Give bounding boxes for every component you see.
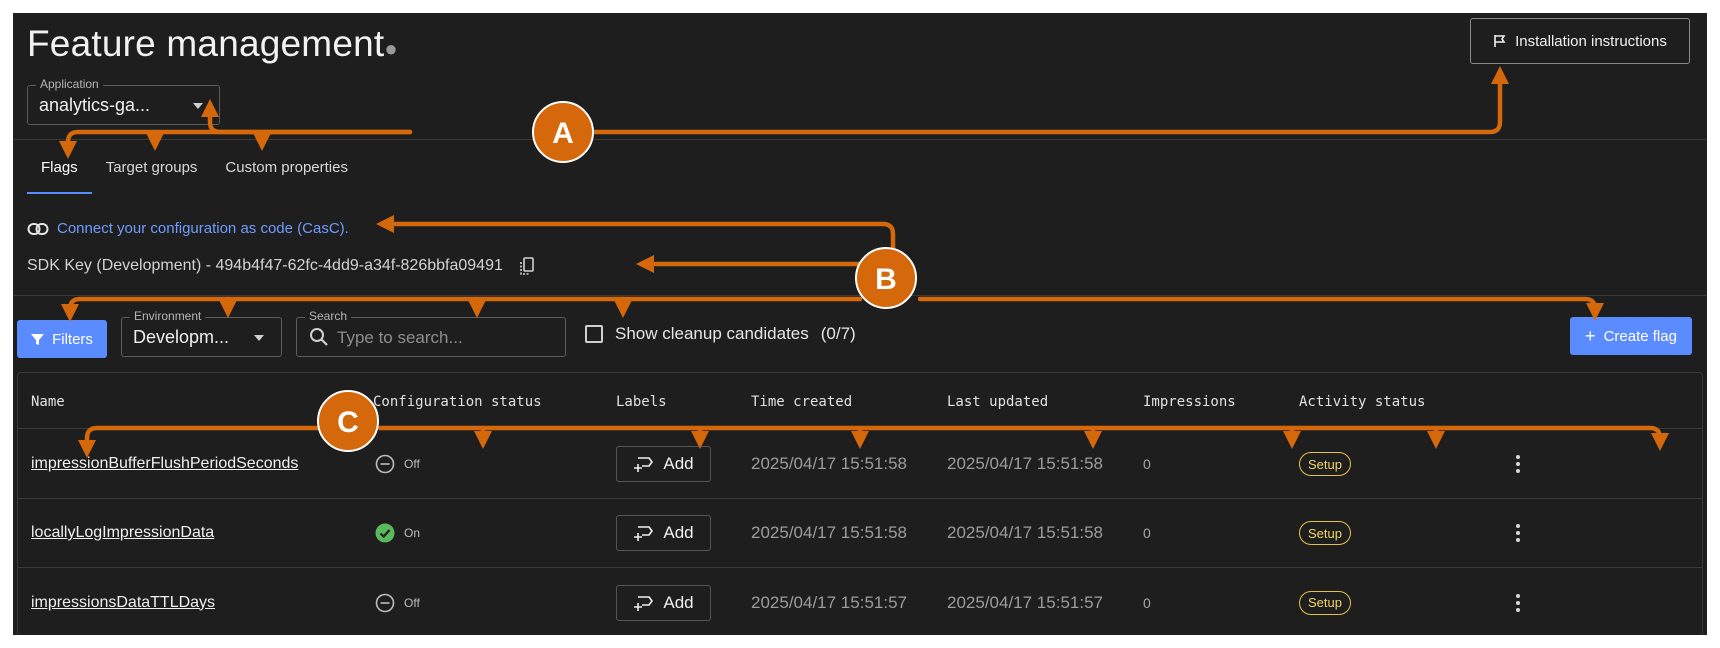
environment-select[interactable]: Environment Developm... xyxy=(121,309,282,357)
sdk-key-text: SDK Key (Development) - 494b4f47-62fc-4d… xyxy=(27,257,503,274)
cleanup-count: (0/7) xyxy=(820,324,856,343)
column-header-impressions[interactable]: Impressions xyxy=(1143,394,1236,410)
last-updated: 2025/04/17 15:51:58 xyxy=(947,454,1103,473)
add-label-button[interactable]: Add xyxy=(616,515,711,551)
more-options-icon[interactable] xyxy=(1516,455,1520,473)
column-header-name[interactable]: Name xyxy=(31,394,65,410)
search-field: Search xyxy=(296,309,566,357)
activity-status-badge: Setup xyxy=(1299,521,1351,545)
flag-icon xyxy=(1494,35,1506,47)
add-label-text: Add xyxy=(663,523,694,542)
off-status-icon xyxy=(375,454,395,474)
casc-link[interactable]: Connect your configuration as code (CasC… xyxy=(27,220,349,237)
column-header-configuration-status[interactable]: Configuration status xyxy=(373,394,542,410)
title-dot-icon: ● xyxy=(384,36,398,61)
table-row: impressionBufferFlushPeriodSeconds Off A… xyxy=(18,430,1702,499)
activity-status-badge: Setup xyxy=(1299,452,1351,476)
more-options-icon[interactable] xyxy=(1516,593,1520,612)
last-updated: 2025/04/17 15:51:58 xyxy=(947,523,1103,542)
search-icon xyxy=(310,328,328,346)
header-divider xyxy=(13,139,1707,140)
add-label-text: Add xyxy=(663,454,694,473)
application-select[interactable]: Application analytics-ga... xyxy=(27,77,220,125)
time-created: 2025/04/17 15:51:58 xyxy=(751,523,907,542)
cleanup-label: Show cleanup candidates xyxy=(615,324,809,343)
configuration-status-text: On xyxy=(404,526,421,540)
environment-value: Developm... xyxy=(133,327,230,347)
cleanup-toggle[interactable]: Show cleanup candidates (0/7) xyxy=(585,324,856,344)
flag-name-link[interactable]: locallyLogImpressionData xyxy=(31,524,214,542)
impressions-count: 0 xyxy=(1143,456,1151,472)
column-header-last-updated[interactable]: Last updated xyxy=(947,394,1048,410)
cleanup-checkbox[interactable] xyxy=(585,325,603,343)
copy-icon[interactable] xyxy=(517,256,537,276)
configuration-status[interactable]: Off xyxy=(375,454,420,474)
add-label-button[interactable]: Add xyxy=(616,584,711,621)
configuration-status-text: Off xyxy=(404,595,420,610)
filters-label: Filters xyxy=(52,330,93,348)
configuration-status-text: Off xyxy=(404,457,420,471)
tab-bar: Flags Target groups Custom properties xyxy=(27,159,362,194)
tab-target-groups[interactable]: Target groups xyxy=(92,159,212,194)
table-row: locallyLogImpressionData On Add 2025/04/… xyxy=(18,499,1702,568)
app-window: Feature management● Installation instruc… xyxy=(13,13,1707,635)
search-label: Search xyxy=(305,309,352,323)
column-header-time-created[interactable]: Time created xyxy=(751,394,852,410)
application-value: analytics-ga... xyxy=(39,95,151,115)
add-label-icon xyxy=(634,457,654,472)
installation-instructions-label: Installation instructions xyxy=(1515,32,1667,50)
impressions-count: 0 xyxy=(1143,594,1151,611)
installation-instructions-button[interactable]: Installation instructions xyxy=(1470,18,1690,64)
flag-name-link[interactable]: impressionsDataTTLDays xyxy=(31,594,215,612)
configuration-status[interactable]: On xyxy=(375,523,420,543)
configuration-status[interactable]: Off xyxy=(375,593,420,613)
check-circle-icon xyxy=(375,523,395,543)
create-flag-label: Create flag xyxy=(1603,327,1677,345)
chevron-down-icon xyxy=(254,335,264,341)
tab-flags[interactable]: Flags xyxy=(27,159,92,194)
time-created: 2025/04/17 15:51:58 xyxy=(751,454,907,473)
last-updated: 2025/04/17 15:51:57 xyxy=(947,592,1103,612)
tab-custom-properties[interactable]: Custom properties xyxy=(211,159,362,194)
off-status-icon xyxy=(375,593,395,612)
column-header-labels[interactable]: Labels xyxy=(616,394,667,410)
flags-table: Name Configuration status Labels Time cr… xyxy=(17,372,1703,635)
time-created: 2025/04/17 15:51:57 xyxy=(751,592,907,612)
toolbar-divider xyxy=(13,295,1707,296)
casc-link-text: Connect your configuration as code (CasC… xyxy=(57,220,349,237)
add-label-icon xyxy=(634,595,654,611)
page-title: Feature management● xyxy=(27,23,398,64)
add-label-button[interactable]: Add xyxy=(616,446,711,482)
table-header: Name Configuration status Labels Time cr… xyxy=(18,373,1702,429)
add-label-icon xyxy=(634,526,654,541)
sdk-key: SDK Key (Development) - 494b4f47-62fc-4d… xyxy=(27,256,537,276)
impressions-count: 0 xyxy=(1143,525,1151,541)
add-label-text: Add xyxy=(663,592,694,612)
plus-icon: + xyxy=(1585,325,1596,346)
table-row: impressionsDataTTLDays Off Add 2025/04/1… xyxy=(18,568,1702,635)
search-input[interactable] xyxy=(337,326,557,350)
more-options-icon[interactable] xyxy=(1516,524,1520,542)
filters-button[interactable]: Filters xyxy=(17,320,107,358)
flag-name-link[interactable]: impressionBufferFlushPeriodSeconds xyxy=(31,455,298,473)
chevron-down-icon xyxy=(193,103,203,109)
column-header-activity-status[interactable]: Activity status xyxy=(1299,394,1425,410)
environment-label: Environment xyxy=(130,309,206,323)
create-flag-button[interactable]: + Create flag xyxy=(1570,317,1692,355)
filter-icon xyxy=(31,333,45,345)
activity-status-badge: Setup xyxy=(1299,590,1351,615)
application-label: Application xyxy=(36,77,103,91)
link-icon xyxy=(27,222,49,235)
